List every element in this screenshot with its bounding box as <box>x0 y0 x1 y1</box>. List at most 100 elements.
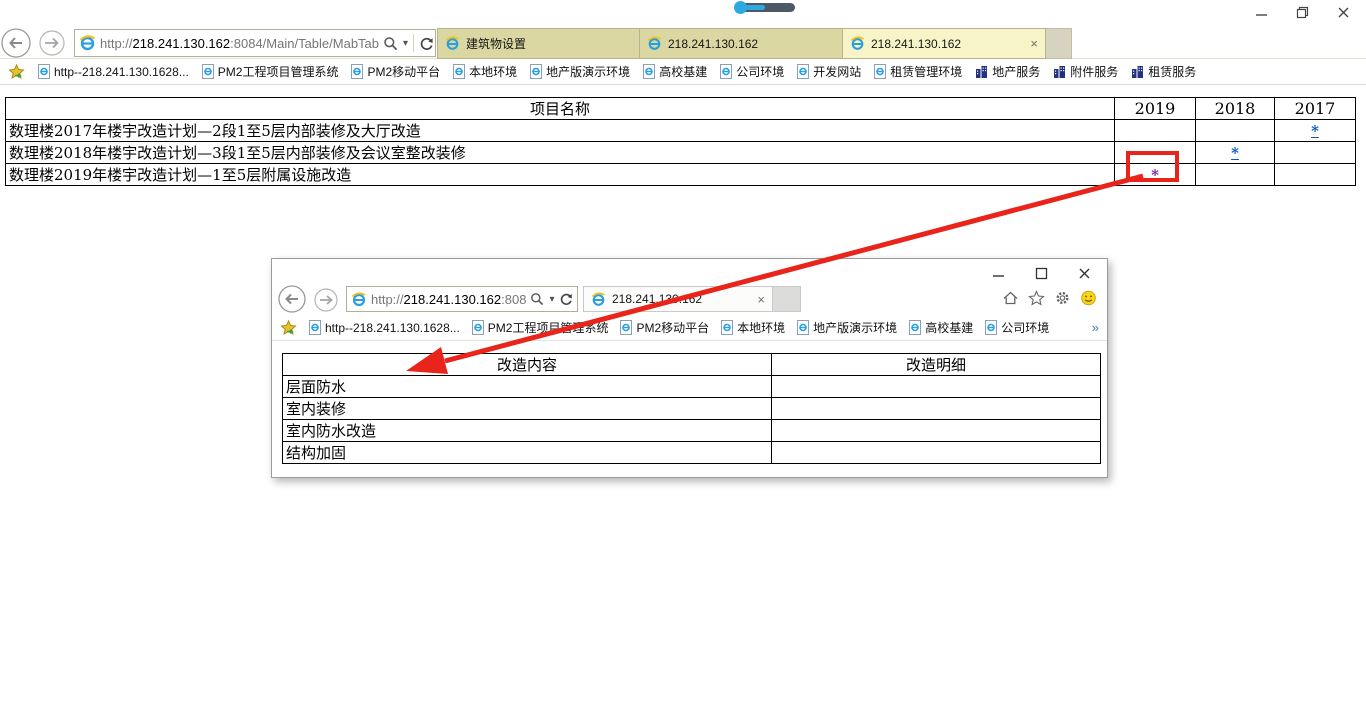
favorite-label: 租赁管理环境 <box>890 63 962 80</box>
tab-close-icon[interactable]: × <box>757 292 765 307</box>
new-tab-button[interactable] <box>1046 28 1072 59</box>
favorites-star-icon[interactable] <box>1028 290 1045 306</box>
favorite-label: 高校基建 <box>659 63 707 80</box>
refresh-icon[interactable] <box>419 36 434 51</box>
favorite-item-realestate-service[interactable]: 地产服务 <box>975 63 1040 80</box>
close-icon[interactable] <box>1078 267 1091 280</box>
favorite-item-local-env[interactable]: 本地环境 <box>721 319 785 336</box>
favorite-label: http--218.241.130.1628... <box>325 321 460 335</box>
favorite-item-pm2-system[interactable]: PM2工程项目管理系统 <box>472 319 609 336</box>
table-header-row: 项目名称 2019 2018 2017 <box>6 98 1356 120</box>
popup-tab-218-241-130-162[interactable]: 218.241.130.162 × <box>583 286 773 312</box>
tab-label: 建筑物设置 <box>466 35 526 52</box>
forward-button[interactable] <box>314 288 339 313</box>
favorite-label: 地产版演示环境 <box>546 63 630 80</box>
autocomplete-dropdown-icon[interactable]: ▾ <box>403 38 408 49</box>
favorite-item-http[interactable]: http--218.241.130.1628... <box>309 320 460 335</box>
tab-building-settings[interactable]: 建筑物设置 <box>437 28 640 59</box>
year-2017-cell <box>1275 142 1356 164</box>
favorite-item-attachment-service[interactable]: 附件服务 <box>1053 63 1118 80</box>
main-tabstrip: 建筑物设置 218.241.130.162 218.241.130.162 × <box>437 28 1072 59</box>
table-row: 室内装修 <box>283 398 1101 420</box>
maximize-icon[interactable] <box>1035 267 1048 280</box>
favorite-label: http--218.241.130.1628... <box>54 65 189 79</box>
main-titlebar <box>0 0 1366 28</box>
year-2019-cell <box>1115 120 1196 142</box>
favorite-item-lease-env[interactable]: 租赁管理环境 <box>874 63 962 80</box>
building-icon <box>1053 65 1066 79</box>
favorite-item-company-env[interactable]: 公司环境 <box>720 63 784 80</box>
url-text: http://218.241.130.162:8084/Main/Table/M… <box>100 36 379 51</box>
favorite-item-pm2-system[interactable]: PM2工程项目管理系统 <box>202 63 339 80</box>
add-favorite-star-icon[interactable] <box>280 320 297 336</box>
tab-close-icon[interactable]: × <box>1030 36 1038 51</box>
forward-button[interactable] <box>39 30 67 58</box>
feedback-smiley-icon[interactable] <box>1080 290 1097 306</box>
col-header-renovation-content: 改造内容 <box>283 354 772 376</box>
capture-slider-knob[interactable] <box>734 1 747 14</box>
tab-218-241-130-162-a[interactable]: 218.241.130.162 <box>640 28 843 59</box>
favorite-item-dev-site[interactable]: 开发网站 <box>797 63 861 80</box>
favorite-item-realestate-demo[interactable]: 地产版演示环境 <box>530 63 630 80</box>
favorite-item-university[interactable]: 高校基建 <box>909 319 973 336</box>
favorites-overflow-icon[interactable]: » <box>1092 320 1099 335</box>
favorite-item-lease-service[interactable]: 租赁服务 <box>1131 63 1196 80</box>
main-address-bar[interactable]: http://218.241.130.162:8084/Main/Table/M… <box>74 29 436 57</box>
ie-logo-icon <box>850 36 865 51</box>
back-button[interactable] <box>278 285 308 314</box>
project-name-cell: 数理楼2018年楼宇改造计划—3段1至5层内部装修及会议室整改装修 <box>6 142 1115 164</box>
col-header-2018: 2018 <box>1196 98 1275 120</box>
year-2018-cell <box>1196 164 1275 186</box>
favorite-label: 本地环境 <box>737 319 785 336</box>
renovation-detail-cell <box>772 420 1101 442</box>
popup-window-controls <box>992 267 1091 280</box>
restore-icon[interactable] <box>1296 6 1309 19</box>
favorite-item-pm2-mobile[interactable]: PM2移动平台 <box>620 319 709 336</box>
popup-toolbar-icons <box>1002 290 1097 306</box>
minimize-icon[interactable] <box>1255 6 1268 19</box>
autocomplete-dropdown-icon[interactable]: ▾ <box>549 294 554 305</box>
annotation-highlight-box <box>1126 151 1179 182</box>
popup-address-bar[interactable]: http://218.241.130.162:808 ▾ <box>346 286 578 312</box>
favorite-item-local-env[interactable]: 本地环境 <box>453 63 517 80</box>
favorite-item-http[interactable]: http--218.241.130.1628... <box>38 64 189 79</box>
search-icon[interactable] <box>530 292 544 306</box>
building-icon <box>975 65 988 79</box>
favorite-item-company-env[interactable]: 公司环境 <box>985 319 1049 336</box>
project-name-cell: 数理楼2019年楼宇改造计划—1至5层附属设施改造 <box>6 164 1115 186</box>
ie-page-icon <box>909 320 921 335</box>
renovation-detail-cell <box>772 442 1101 464</box>
refresh-icon[interactable] <box>559 292 573 306</box>
home-icon[interactable] <box>1002 290 1019 306</box>
table-row: 室内防水改造 <box>283 420 1101 442</box>
ie-popup-window: http://218.241.130.162:808 ▾ 218.241.130… <box>271 258 1108 478</box>
url-prefix: http:// <box>371 292 404 307</box>
ie-page-icon <box>309 320 321 335</box>
detail-link-2018[interactable]: * <box>1231 144 1239 162</box>
ie-page-icon <box>721 320 733 335</box>
url-suffix: :808 <box>501 292 526 307</box>
favorite-item-university[interactable]: 高校基建 <box>643 63 707 80</box>
tab-218-241-130-162-b-active[interactable]: 218.241.130.162 × <box>843 28 1046 59</box>
favorite-item-pm2-mobile[interactable]: PM2移动平台 <box>351 63 440 80</box>
favorite-label: 地产服务 <box>992 63 1040 80</box>
main-navrow: http://218.241.130.162:8084/Main/Table/M… <box>0 28 1366 59</box>
settings-gear-icon[interactable] <box>1054 290 1071 306</box>
search-icon[interactable] <box>383 36 398 51</box>
detail-link-2017[interactable]: * <box>1311 122 1319 140</box>
address-divider <box>413 34 414 52</box>
renovation-detail-cell <box>772 376 1101 398</box>
col-header-2019: 2019 <box>1115 98 1196 120</box>
add-favorite-star-icon[interactable] <box>8 64 25 80</box>
close-icon[interactable] <box>1337 6 1350 19</box>
new-tab-button[interactable] <box>773 286 801 312</box>
ie-logo-icon <box>79 35 96 51</box>
capture-slider[interactable] <box>737 3 795 12</box>
minimize-icon[interactable] <box>992 267 1005 280</box>
back-button[interactable] <box>1 28 33 59</box>
ie-logo-icon <box>445 36 460 51</box>
year-2017-cell <box>1275 164 1356 186</box>
favorite-item-realestate-demo[interactable]: 地产版演示环境 <box>797 319 897 336</box>
ie-page-icon <box>874 64 886 79</box>
main-favorites-bar: http--218.241.130.1628... PM2工程项目管理系统 PM… <box>0 59 1366 85</box>
